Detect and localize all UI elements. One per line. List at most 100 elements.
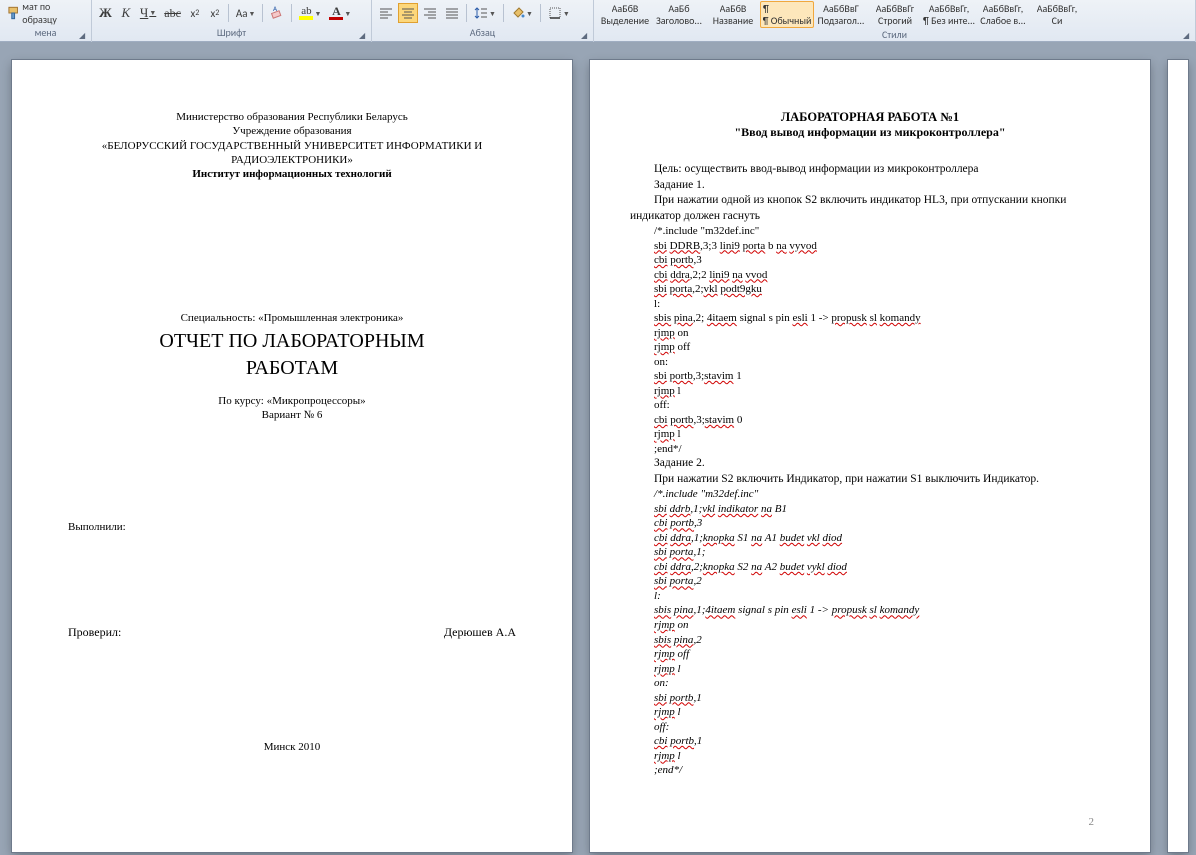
subscript-button[interactable]: x2: [186, 3, 204, 23]
chevron-down-icon: ▼: [563, 9, 570, 18]
chevron-down-icon: ▼: [344, 9, 351, 18]
style-preview: АаБбВвГг,: [929, 2, 970, 14]
city-year: Минск 2010: [68, 740, 516, 754]
align-center-icon: [401, 7, 415, 19]
code-line: rjmp off: [654, 340, 1110, 355]
clipboard-group-label: мена: [4, 26, 87, 40]
align-right-button[interactable]: [420, 3, 440, 23]
font-group: Ж К Ч▼ abc x2 x2 Aa▼ A ab▼ A▼ Шрифт ◢: [92, 0, 372, 42]
code-line: rjmp off: [654, 647, 1110, 662]
code-line: sbi portb,1: [654, 691, 1110, 706]
document-workspace[interactable]: Министерство образования Республики Бела…: [0, 42, 1196, 855]
institute-line: Институт информационных технологий: [68, 167, 516, 181]
style-preview: АаБбВ: [720, 2, 747, 14]
code-line: cbi ddra,2;knopka S2 na A2 budet vykl di…: [654, 560, 1110, 575]
style-item[interactable]: АаБбВвГгСтрогий: [868, 2, 922, 27]
report-title-2: РАБОТАМ: [68, 357, 516, 380]
style-item[interactable]: АаБбЗаголово...: [652, 2, 706, 27]
code-line: sbis pina,1;4itaem signal s pin esli 1 -…: [654, 603, 1110, 618]
university-line-1: «БЕЛОРУССКИЙ ГОСУДАРСТВЕННЫЙ УНИВЕРСИТЕТ…: [68, 139, 516, 153]
change-case-button[interactable]: Aa▼: [233, 3, 259, 23]
bold-button[interactable]: Ж: [96, 3, 115, 23]
style-item[interactable]: АаБбВвГг,Слабое в...: [976, 2, 1030, 27]
style-name: Слабое в...: [980, 14, 1025, 27]
code-line: cbi portb,3: [654, 516, 1110, 531]
paintbrush-icon: [7, 5, 22, 21]
styles-launcher-icon[interactable]: ◢: [1183, 31, 1193, 41]
paragraph-launcher-icon[interactable]: ◢: [581, 31, 591, 41]
code-line: sbi ddrb,1;vkl indikator na B1: [654, 502, 1110, 517]
lab-title: ЛАБОРАТОРНАЯ РАБОТА №1: [630, 110, 1110, 125]
styles-gallery[interactable]: АаБбВВыделениеАаБбЗаголово...АаБбВНазван…: [598, 0, 1191, 28]
university-line-2: РАДИОЭЛЕКТРОНИКИ»: [68, 153, 516, 167]
code-line: cbi portb,3;stavim 0: [654, 413, 1110, 428]
clipboard-launcher-icon[interactable]: ◢: [79, 31, 89, 41]
document-page-1: Министерство образования Республики Бела…: [12, 60, 572, 852]
code-line: off:: [654, 398, 1110, 413]
code-line: rjmp l: [654, 662, 1110, 677]
style-item[interactable]: ¶ Обычный¶ Обычный: [760, 1, 814, 28]
font-color-icon: A: [329, 6, 343, 20]
style-preview: АаБбВвГ: [823, 2, 859, 14]
paint-bucket-icon: [511, 6, 525, 20]
separator: [540, 4, 541, 22]
separator: [503, 4, 504, 22]
code-block-2: /*.include "m32def.inc"sbi ddrb,1;vkl in…: [630, 487, 1110, 777]
style-name: Название: [713, 14, 754, 27]
shading-button[interactable]: ▼: [508, 3, 536, 23]
code-line: rjmp on: [654, 326, 1110, 341]
code-line: on:: [654, 355, 1110, 370]
code-line: on:: [654, 676, 1110, 691]
style-item[interactable]: АаБбВвГг,¶ Без инте...: [922, 2, 976, 27]
font-color-button[interactable]: A▼: [326, 3, 354, 23]
style-item[interactable]: АаБбВНазвание: [706, 2, 760, 27]
code-line: sbi portb,3;stavim 1: [654, 369, 1110, 384]
institution-kind: Учреждение образования: [68, 124, 516, 138]
variant-line: Вариант № 6: [68, 408, 516, 422]
align-justify-button[interactable]: [442, 3, 462, 23]
task-2-label: Задание 2.: [630, 456, 1110, 472]
separator: [291, 4, 292, 22]
format-painter-button[interactable]: мат по образцу: [4, 3, 87, 23]
code-line: sbi DDRB,3;3 lini9 porta b na vyvod: [654, 239, 1110, 254]
superscript-button[interactable]: x2: [206, 3, 224, 23]
line-spacing-button[interactable]: ▼: [471, 3, 499, 23]
code-line: off:: [654, 720, 1110, 735]
ribbon: мат по образцу мена ◢ Ж К Ч▼ abc x2 x2 A…: [0, 0, 1196, 42]
highlight-icon: ab: [299, 6, 313, 20]
style-name: Строгий: [878, 14, 912, 27]
borders-button[interactable]: ▼: [545, 3, 573, 23]
task-1-label: Задание 1.: [630, 178, 1110, 194]
code-line: l:: [654, 297, 1110, 312]
checker-name: Дерюшев А.А: [444, 625, 516, 640]
italic-button[interactable]: К: [117, 3, 135, 23]
clear-formatting-button[interactable]: A: [267, 3, 287, 23]
style-name: Выделение: [601, 14, 649, 27]
underline-button[interactable]: Ч▼: [137, 3, 159, 23]
chevron-down-icon: ▼: [489, 9, 496, 18]
styles-group: АаБбВВыделениеАаБбЗаголово...АаБбВНазван…: [594, 0, 1196, 42]
style-item[interactable]: АаБбВВыделение: [598, 2, 652, 27]
code-line: rjmp l: [654, 705, 1110, 720]
code-line: cbi ddra,2;2 lini9 na vvod: [654, 268, 1110, 283]
align-left-button[interactable]: [376, 3, 396, 23]
style-preview: АаБбВвГг: [876, 2, 915, 14]
separator: [262, 4, 263, 22]
code-line: rjmp l: [654, 384, 1110, 399]
format-painter-label: мат по образцу: [22, 0, 84, 26]
task-1-desc: При нажатии одной из кнопок S2 включить …: [630, 193, 1110, 224]
style-item[interactable]: АаБбВвГг,Си: [1030, 2, 1084, 27]
chevron-down-icon: ▼: [526, 9, 533, 18]
code-line: rjmp on: [654, 618, 1110, 633]
strikethrough-button[interactable]: abc: [161, 3, 184, 23]
font-launcher-icon[interactable]: ◢: [359, 31, 369, 41]
code-line: ;end*/: [654, 763, 1110, 778]
highlight-button[interactable]: ab▼: [296, 3, 324, 23]
eraser-icon: A: [270, 6, 284, 20]
borders-icon: [548, 6, 562, 20]
style-item[interactable]: АаБбВвГПодзагол...: [814, 2, 868, 27]
align-center-button[interactable]: [398, 3, 418, 23]
ministry-line: Министерство образования Республики Бела…: [68, 110, 516, 124]
code-line: cbi portb,3: [654, 253, 1110, 268]
code-line: sbi porta,2: [654, 574, 1110, 589]
